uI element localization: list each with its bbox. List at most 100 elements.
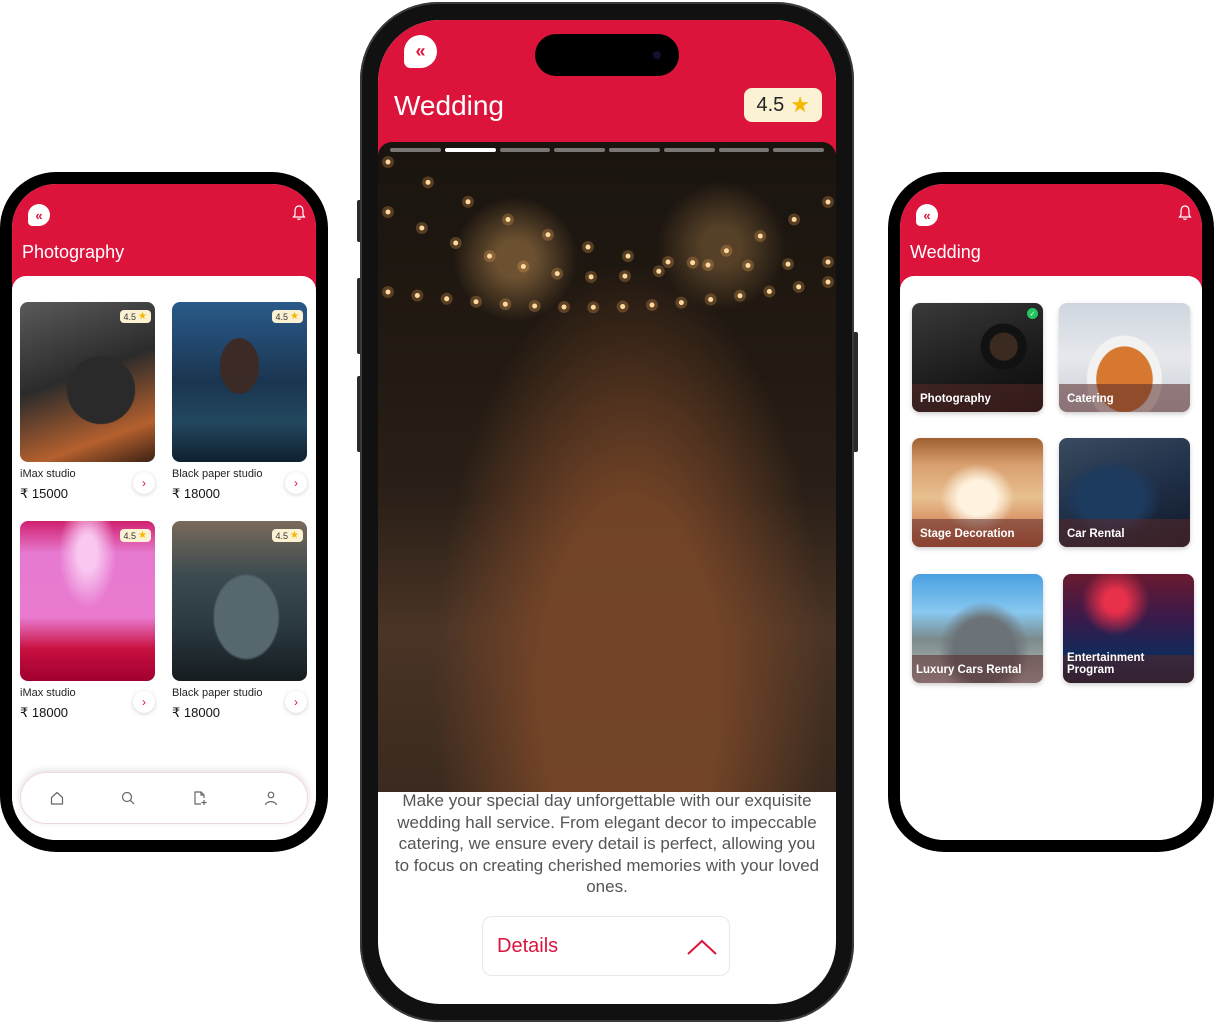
bottom-navigation <box>20 772 308 824</box>
open-product-button[interactable]: › <box>285 691 307 713</box>
star-icon: ★ <box>138 530 147 541</box>
carousel-segment[interactable] <box>499 148 551 152</box>
add-document-icon[interactable] <box>192 790 208 806</box>
light-bulb <box>545 232 551 238</box>
light-bulb <box>766 288 772 294</box>
home-icon[interactable] <box>49 790 65 806</box>
light-bulb <box>620 304 626 310</box>
light-bulb <box>473 299 479 305</box>
string-lights-decoration <box>382 156 834 314</box>
category-tile-catering[interactable]: Catering <box>1059 303 1190 412</box>
camera-photo: 4.5 ★ <box>20 302 155 462</box>
light-bulb <box>453 240 459 246</box>
page-title: Wedding <box>910 242 981 262</box>
light-bulb <box>465 199 471 205</box>
category-tile-entertainment-program[interactable]: Entertainment Program <box>1063 574 1194 683</box>
carousel-segment[interactable] <box>444 148 496 152</box>
search-icon[interactable] <box>120 790 136 806</box>
front-camera <box>653 51 661 59</box>
carousel-segment[interactable] <box>773 148 824 152</box>
category-tile-stage-decoration[interactable]: Stage Decoration <box>912 438 1043 547</box>
light-bulb <box>385 159 391 165</box>
rating-badge: 4.5 ★ <box>119 529 151 542</box>
light-bulb <box>385 289 391 295</box>
category-label: Luxury Cars Rental <box>916 664 1022 676</box>
open-product-button[interactable]: › <box>133 472 155 494</box>
carousel-segment[interactable] <box>663 148 715 152</box>
light-bulb <box>561 304 567 310</box>
back-button[interactable]: « <box>404 35 437 68</box>
product-card[interactable]: 4.5 ★ Black paper studio ₹ 18000 › <box>172 521 307 721</box>
details-button[interactable]: Details <box>482 916 730 976</box>
carousel-segment[interactable] <box>554 148 605 152</box>
open-product-button[interactable]: › <box>285 472 307 494</box>
category-label: Car Rental <box>1067 528 1125 540</box>
category-tile-photography[interactable]: ✓ Photography <box>912 303 1043 412</box>
light-bulb <box>502 301 508 307</box>
light-bulb <box>444 296 450 302</box>
carousel-segment[interactable] <box>718 148 770 152</box>
open-product-button[interactable]: › <box>133 691 155 713</box>
product-card[interactable]: 4.5 ★ iMax studio ₹ 18000 › <box>20 521 155 721</box>
chevron-up-icon <box>687 939 717 955</box>
category-label: Photography <box>920 393 991 405</box>
photography-screen: « Photography 4.5 ★ iMax studio ₹ 15000 ›… <box>12 184 316 840</box>
star-icon: ★ <box>290 311 299 322</box>
service-description: Make your special day unforgettable with… <box>394 791 820 896</box>
light-bulb <box>737 293 743 299</box>
carousel-progress <box>390 148 824 152</box>
selected-check-icon: ✓ <box>1027 308 1038 319</box>
light-bulb <box>785 261 791 267</box>
light-bulb <box>723 248 729 254</box>
details-label: Details <box>497 935 559 957</box>
light-bulb <box>745 262 751 268</box>
wedding-table-string-lights-photo[interactable]: ₹20,000 <box>378 142 836 792</box>
star-icon: ★ <box>138 311 147 322</box>
category-grid: ✓ Photography Catering Stage Decoration … <box>900 276 1202 840</box>
wedding-detail-screen: « Wedding 4.5★ ₹20,000 Make your special… <box>378 20 836 1004</box>
light-bulb <box>705 262 711 268</box>
product-card[interactable]: 4.5 ★ Black paper studio ₹ 18000 › <box>172 302 307 502</box>
light-bulb <box>385 209 391 215</box>
rating-badge: 4.5 ★ <box>119 310 151 323</box>
light-bulb <box>487 253 493 259</box>
carousel-segment[interactable] <box>390 148 441 152</box>
rating-badge: 4.5 ★ <box>744 88 822 122</box>
category-label: Entertainment Program <box>1067 652 1145 676</box>
double-chevron-left-icon: « <box>35 207 43 223</box>
light-bulb <box>656 268 662 274</box>
light-bulb <box>590 304 596 310</box>
light-bulb <box>554 271 560 277</box>
category-label: Stage Decoration <box>920 528 1015 540</box>
light-bulb <box>505 217 511 223</box>
light-bulb <box>690 260 696 266</box>
carousel-segment[interactable] <box>609 148 660 152</box>
chevron-right-icon: › <box>294 476 298 490</box>
category-tile-luxury-cars-rental[interactable]: Luxury Cars Rental <box>912 574 1043 683</box>
bell-icon[interactable] <box>1178 205 1192 221</box>
light-bulb <box>532 303 538 309</box>
woman-photographer-photo: 4.5 ★ <box>172 302 307 462</box>
phone-mockup-left: « Photography 4.5 ★ iMax studio ₹ 15000 ›… <box>0 172 328 852</box>
light-bulb <box>825 279 831 285</box>
light-bulb <box>649 302 655 308</box>
bell-icon[interactable] <box>292 205 306 221</box>
light-bulb <box>796 284 802 290</box>
chevron-right-icon: › <box>142 695 146 709</box>
double-chevron-left-icon: « <box>923 207 931 223</box>
rating-badge: 4.5 ★ <box>271 529 303 542</box>
light-bulb <box>791 217 797 223</box>
back-button[interactable]: « <box>916 204 938 226</box>
double-chevron-left-icon: « <box>415 41 426 61</box>
category-label: Catering <box>1067 393 1114 405</box>
phone-mockup-right: « Wedding ✓ Photography Catering Stage D… <box>888 172 1214 852</box>
back-button[interactable]: « <box>28 204 50 226</box>
category-tile-car-rental[interactable]: Car Rental <box>1059 438 1190 547</box>
profile-icon[interactable] <box>263 790 279 806</box>
light-bulb <box>678 300 684 306</box>
light-bulb <box>414 292 420 298</box>
product-card[interactable]: 4.5 ★ iMax studio ₹ 15000 › <box>20 302 155 502</box>
chevron-right-icon: › <box>142 476 146 490</box>
page-title: Photography <box>22 242 125 262</box>
light-bulb <box>520 264 526 270</box>
